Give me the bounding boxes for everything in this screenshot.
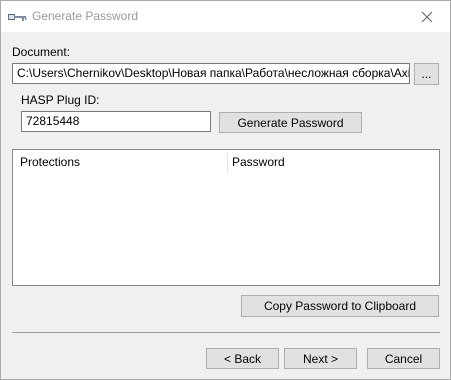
title-bar: Generate Password	[1, 1, 450, 32]
cancel-button[interactable]: Cancel	[367, 348, 440, 369]
browse-button[interactable]: ...	[414, 63, 439, 85]
back-button[interactable]: < Back	[206, 348, 279, 369]
copy-password-button[interactable]: Copy Password to Clipboard	[241, 295, 439, 317]
document-path-field[interactable]: C:\Users\Chernikov\Desktop\Новая папка\Р…	[12, 63, 410, 84]
hasp-plug-id-field[interactable]: 72815448	[21, 111, 211, 132]
protections-list[interactable]: Protections Password	[12, 149, 440, 286]
window-title: Generate Password	[32, 9, 139, 23]
close-button[interactable]	[404, 1, 450, 32]
footer-divider	[12, 332, 440, 333]
next-button[interactable]: Next >	[284, 348, 357, 369]
column-header-protections[interactable]: Protections	[13, 150, 227, 174]
document-label: Document:	[12, 45, 71, 59]
column-header-password[interactable]: Password	[225, 150, 439, 174]
hasp-plug-id-label: HASP Plug ID:	[21, 93, 100, 107]
generate-password-button[interactable]: Generate Password	[219, 112, 362, 133]
generate-password-dialog: Generate Password Document: C:\Users\Che…	[0, 0, 451, 380]
close-icon	[421, 11, 433, 22]
key-icon	[8, 14, 27, 21]
